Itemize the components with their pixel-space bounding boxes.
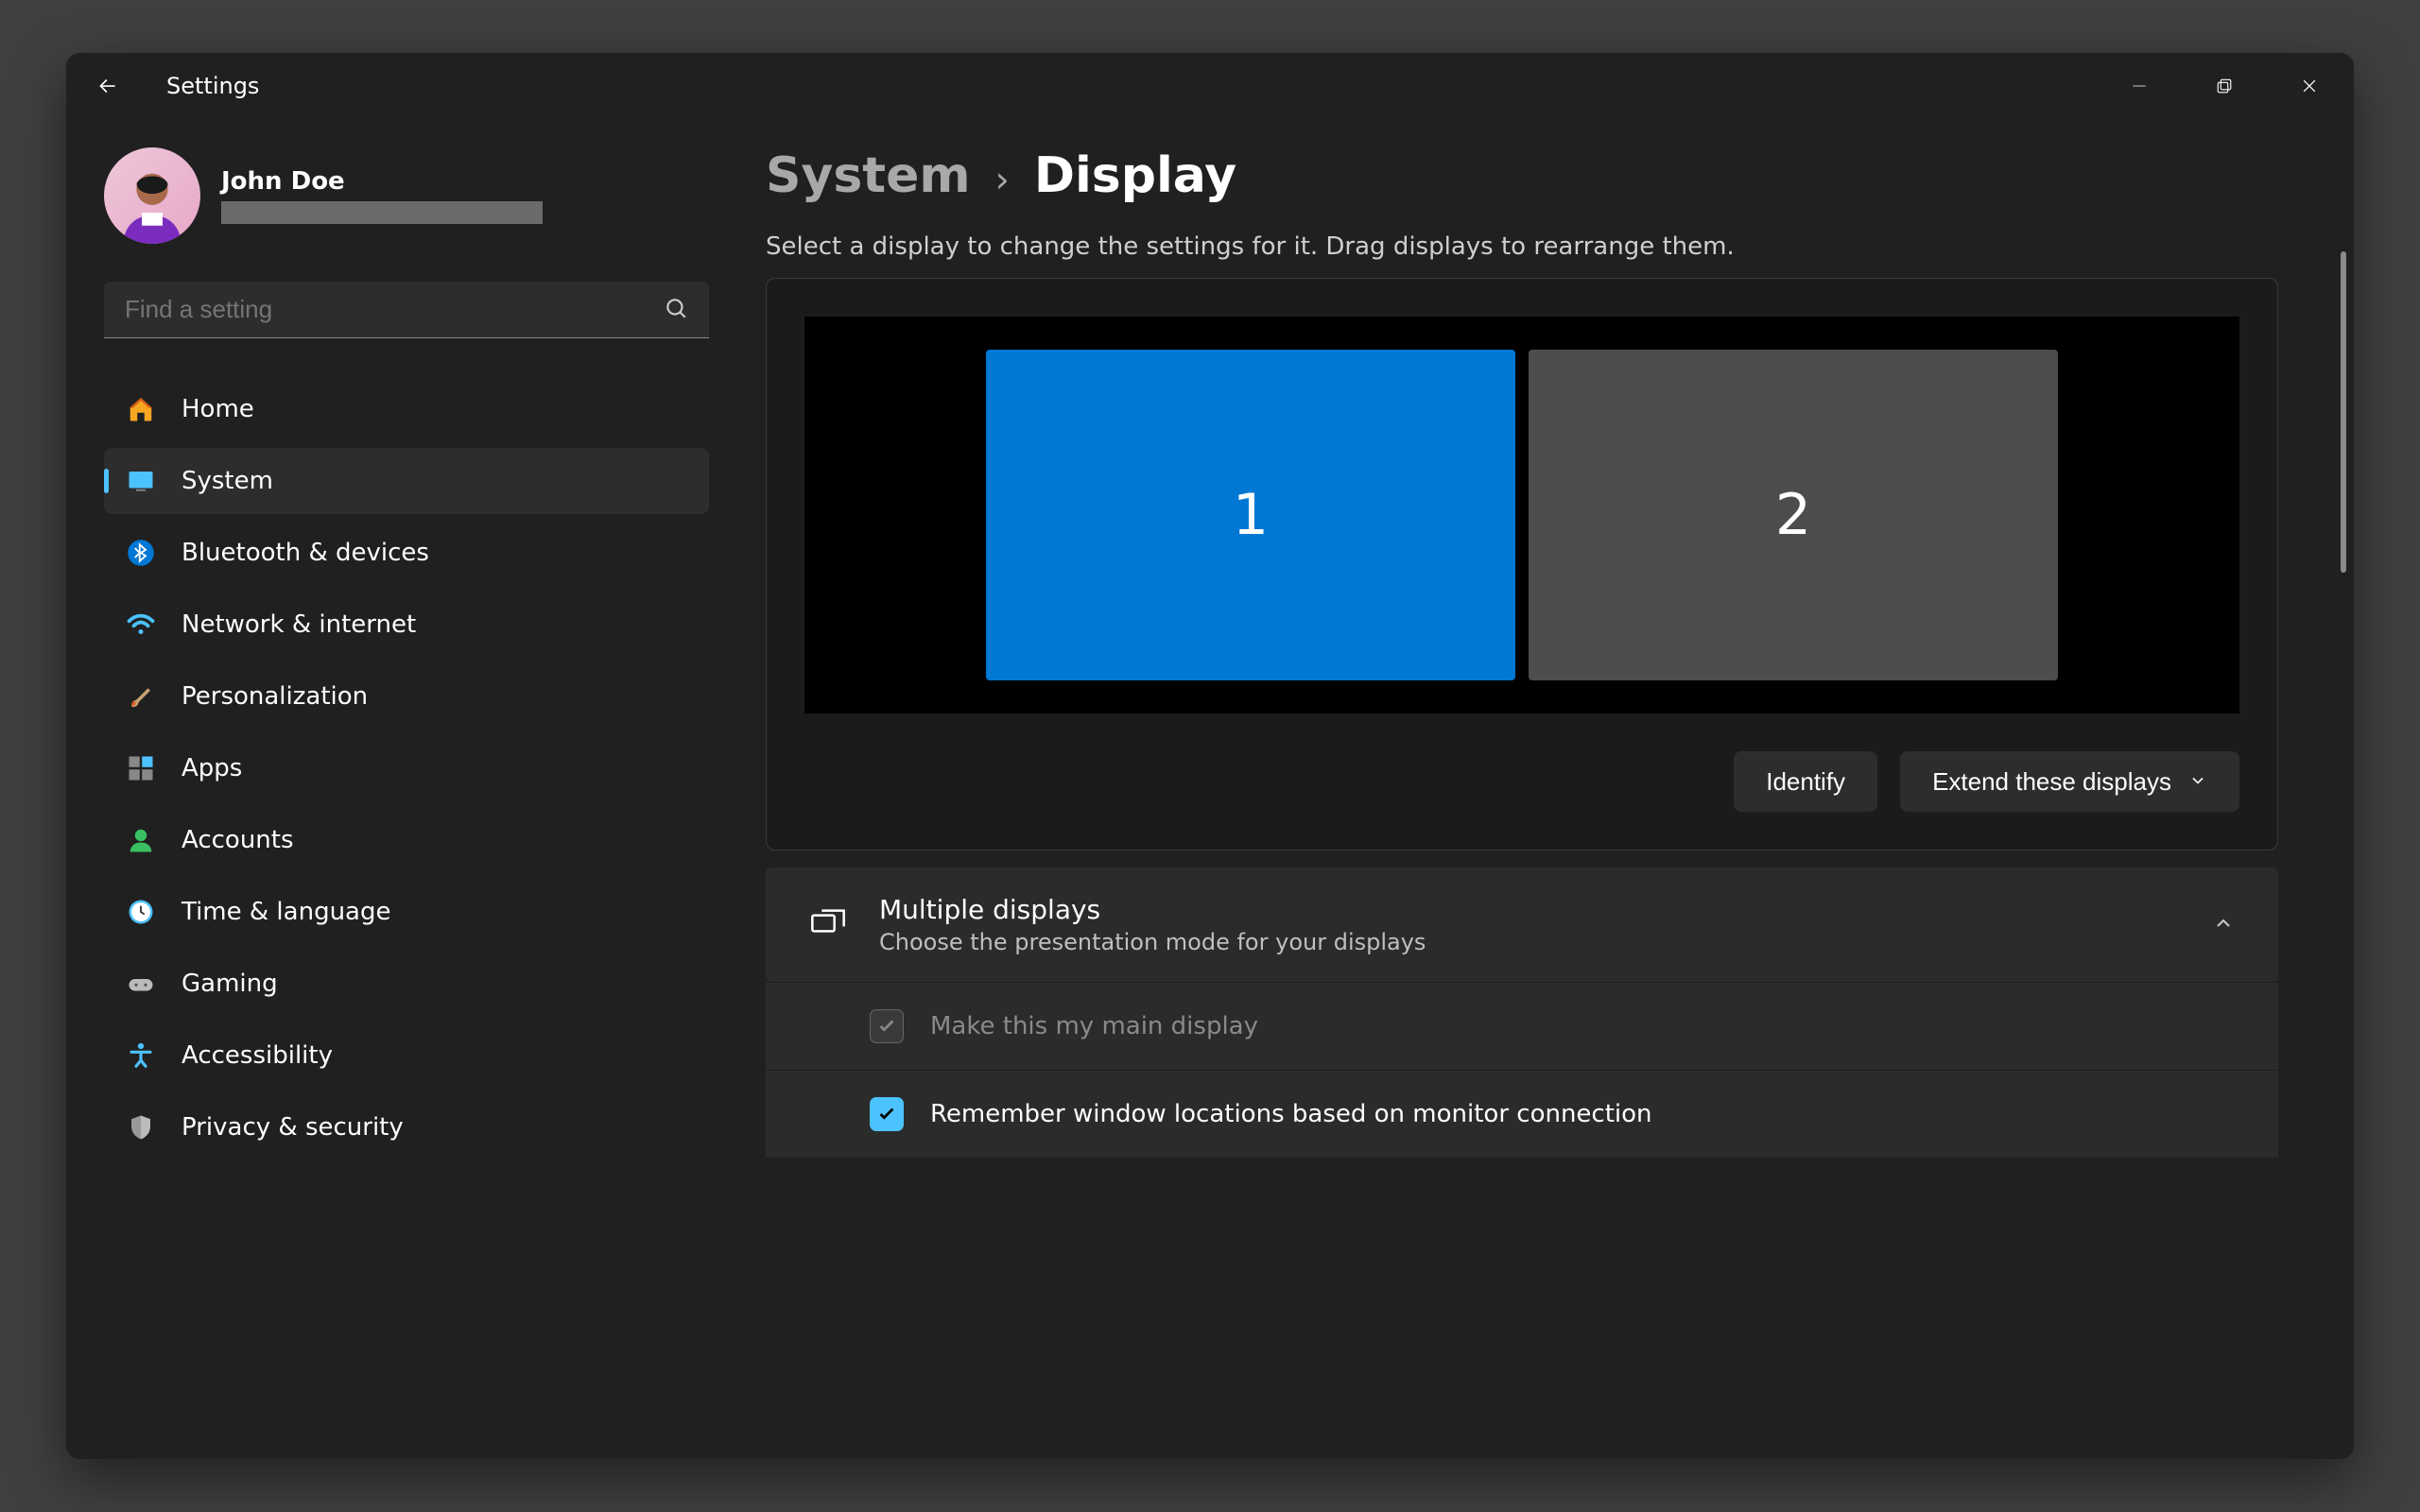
- shield-icon: [125, 1111, 157, 1143]
- breadcrumb: System › Display: [766, 147, 2278, 204]
- scrollbar[interactable]: [2341, 251, 2346, 573]
- sidebar-item-home[interactable]: Home: [104, 376, 709, 442]
- make-main-label: Make this my main display: [930, 1012, 1258, 1040]
- clock-icon: [125, 896, 157, 928]
- system-icon: [125, 465, 157, 497]
- card-title: Multiple displays: [879, 894, 1426, 925]
- sidebar-item-personalization[interactable]: Personalization: [104, 663, 709, 730]
- maximize-button[interactable]: [2201, 62, 2248, 110]
- sidebar-item-apps[interactable]: Apps: [104, 735, 709, 801]
- extend-dropdown[interactable]: Extend these displays: [1900, 751, 2239, 812]
- window-controls: [2116, 62, 2333, 110]
- card-desc: Choose the presentation mode for your di…: [879, 929, 1426, 955]
- minimize-button[interactable]: [2116, 62, 2163, 110]
- make-main-display-row: Make this my main display: [766, 982, 2278, 1070]
- sidebar-item-label: System: [182, 467, 273, 495]
- sidebar-item-accounts[interactable]: Accounts: [104, 807, 709, 873]
- breadcrumb-parent[interactable]: System: [766, 147, 971, 204]
- sidebar-item-label: Time & language: [182, 898, 390, 926]
- monitor-1[interactable]: 1: [986, 350, 1515, 680]
- profile-block[interactable]: John Doe: [104, 147, 709, 244]
- nav: Home System Bluetooth & devices Network …: [104, 376, 709, 1160]
- sidebar-item-label: Bluetooth & devices: [182, 539, 429, 567]
- accessibility-icon: [125, 1040, 157, 1072]
- sidebar-item-label: Personalization: [182, 682, 368, 711]
- sidebar-item-label: Gaming: [182, 970, 278, 998]
- sidebar-item-label: Network & internet: [182, 610, 416, 639]
- close-button[interactable]: [2286, 62, 2333, 110]
- sidebar-item-time[interactable]: Time & language: [104, 879, 709, 945]
- person-icon: [125, 824, 157, 856]
- sidebar-item-label: Accessibility: [182, 1041, 333, 1070]
- sidebar-item-system[interactable]: System: [104, 448, 709, 514]
- chevron-right-icon: ›: [995, 159, 1010, 200]
- checkbox-remember-locations[interactable]: [870, 1097, 904, 1131]
- brush-icon: [125, 680, 157, 713]
- multiple-displays-card[interactable]: Multiple displays Choose the presentatio…: [766, 868, 2278, 982]
- page-subtitle: Select a display to change the settings …: [766, 232, 2278, 261]
- display-arrangement-box: 1 2 Identify Extend these displays: [766, 278, 2278, 850]
- bluetooth-icon: [125, 537, 157, 569]
- sidebar-item-accessibility[interactable]: Accessibility: [104, 1022, 709, 1089]
- avatar: [104, 147, 200, 244]
- sidebar-item-bluetooth[interactable]: Bluetooth & devices: [104, 520, 709, 586]
- monitor-2[interactable]: 2: [1529, 350, 2058, 680]
- profile-name: John Doe: [221, 167, 543, 196]
- search-input[interactable]: [125, 295, 664, 324]
- home-icon: [125, 393, 157, 425]
- chevron-up-icon: [2212, 912, 2235, 938]
- sidebar-item-label: Accounts: [182, 826, 294, 854]
- displays-icon: [809, 904, 847, 946]
- profile-email-masked: [221, 201, 543, 224]
- identify-button[interactable]: Identify: [1734, 751, 1877, 812]
- main: System › Display Select a display to cha…: [747, 119, 2354, 1459]
- monitor-canvas[interactable]: 1 2: [804, 317, 2239, 713]
- remember-locations-row[interactable]: Remember window locations based on monit…: [766, 1070, 2278, 1158]
- sidebar: John Doe Home System: [66, 119, 747, 1459]
- remember-label: Remember window locations based on monit…: [930, 1100, 1652, 1128]
- gamepad-icon: [125, 968, 157, 1000]
- titlebar: Settings: [66, 53, 2354, 119]
- sidebar-item-label: Apps: [182, 754, 242, 782]
- sidebar-item-privacy[interactable]: Privacy & security: [104, 1094, 709, 1160]
- identify-label: Identify: [1766, 767, 1845, 797]
- apps-icon: [125, 752, 157, 784]
- extend-label: Extend these displays: [1932, 767, 2171, 797]
- search-box[interactable]: [104, 282, 709, 338]
- wifi-icon: [125, 609, 157, 641]
- chevron-down-icon: [2188, 767, 2207, 797]
- sidebar-item-gaming[interactable]: Gaming: [104, 951, 709, 1017]
- checkbox-main-display: [870, 1009, 904, 1043]
- back-button[interactable]: [87, 65, 129, 107]
- sidebar-item-network[interactable]: Network & internet: [104, 592, 709, 658]
- breadcrumb-current: Display: [1034, 147, 1236, 204]
- sidebar-item-label: Privacy & security: [182, 1113, 404, 1142]
- sidebar-item-label: Home: [182, 395, 254, 423]
- window-title: Settings: [166, 73, 259, 99]
- search-icon: [664, 296, 688, 324]
- settings-window: Settings: [66, 53, 2354, 1459]
